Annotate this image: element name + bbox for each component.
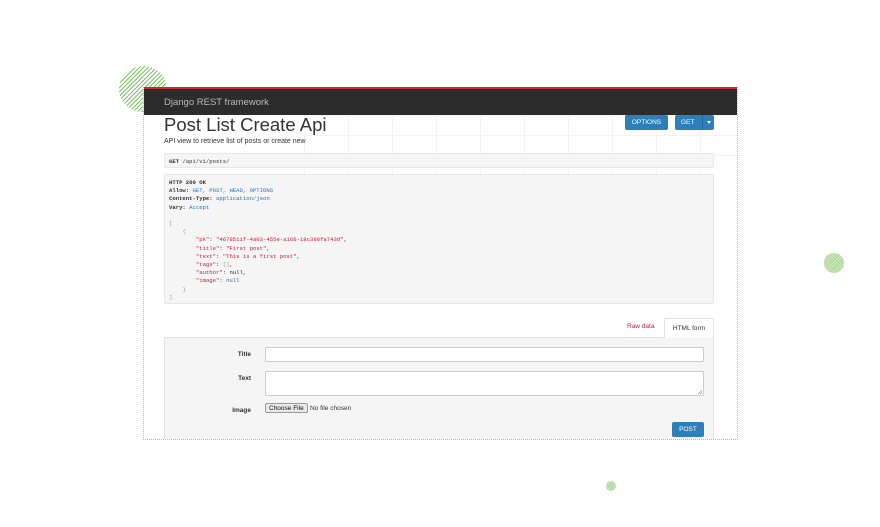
json-brace: } <box>182 285 186 293</box>
text-label: Text <box>238 375 251 382</box>
json-key: "image" <box>195 277 220 285</box>
page-title: Post List Create Api <box>164 114 327 135</box>
browsable-api-window: Django REST framework Post List Create A… <box>143 87 738 440</box>
json-brace: { <box>182 228 186 236</box>
json-bracket: ] <box>169 293 173 301</box>
button-divider <box>702 115 703 130</box>
title-field[interactable] <box>265 347 704 362</box>
image-label: Image <box>232 407 251 414</box>
json-value-title: "First post" <box>226 244 267 252</box>
get-button[interactable]: GET <box>675 115 714 130</box>
title-label: Title <box>237 351 251 358</box>
request-info: GET /api/v1/posts/ <box>164 153 714 168</box>
json-key: "tags" <box>195 261 217 269</box>
json-key: "title" <box>195 244 220 252</box>
json-value-pk: "4678511f-4a03-455e-a166-18c396fa743d" <box>216 236 344 244</box>
navbar-brand[interactable]: Django REST framework <box>164 97 269 108</box>
response-info: HTTP 200 OK Allow: GET, POST, HEAD, OPTI… <box>164 174 714 304</box>
header-value: application/json <box>216 195 270 203</box>
file-status: No file chosen <box>310 405 352 412</box>
resize-handle-icon[interactable] <box>698 390 702 394</box>
header-name: Content-Type: <box>169 195 213 203</box>
post-button[interactable]: POST <box>672 422 704 437</box>
options-button[interactable]: OPTIONS <box>625 115 668 130</box>
post-form: Title Text Image Choose File No file cho… <box>164 338 714 439</box>
header-name: Vary: <box>169 203 186 211</box>
json-value-text: "This is a first post" <box>222 252 297 260</box>
page: Django REST framework Post List Create A… <box>0 0 880 527</box>
json-key: "author" <box>195 269 223 277</box>
json-value-author: null <box>229 269 243 277</box>
header-value: GET, POST, HEAD, OPTIONS <box>192 187 274 195</box>
header-value: Accept <box>189 203 210 211</box>
json-bracket: [ <box>169 220 173 228</box>
decorative-dot-small <box>606 481 616 491</box>
request-method: GET <box>169 158 180 165</box>
get-button-label: GET <box>681 119 695 126</box>
tab-raw-data[interactable]: Raw data <box>627 323 654 330</box>
form-tabs: Raw data HTML form <box>164 318 714 339</box>
json-value-tags: [] <box>222 261 230 269</box>
decorative-dot <box>824 253 844 273</box>
json-value-image: null <box>226 277 240 285</box>
request-path: /api/v1/posts/ <box>182 158 230 165</box>
json-key: "pk" <box>195 236 210 244</box>
navbar: Django REST framework <box>144 87 737 115</box>
response-status: HTTP 200 OK <box>169 179 206 186</box>
choose-file-button[interactable]: Choose File <box>265 403 308 413</box>
json-key: "text" <box>195 252 217 260</box>
text-field[interactable] <box>265 371 704 396</box>
page-description: API view to retrieve list of posts or cr… <box>164 138 306 145</box>
header-name: Allow: <box>169 187 190 195</box>
tab-html-form[interactable]: HTML form <box>664 318 714 339</box>
chevron-down-icon[interactable] <box>707 121 711 124</box>
